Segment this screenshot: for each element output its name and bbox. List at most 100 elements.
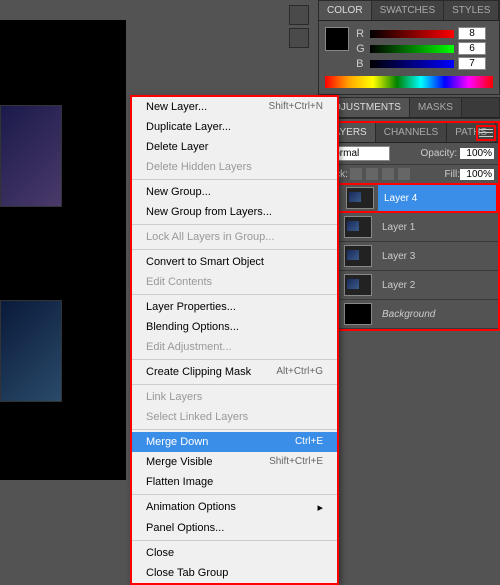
menu-separator (132, 540, 337, 541)
menu-item-label: Merge Visible (146, 456, 212, 468)
menu-separator (132, 179, 337, 180)
menu-item-label: Close (146, 547, 174, 559)
right-toolbar (288, 2, 310, 102)
menu-item: Delete Hidden Layers (132, 157, 337, 177)
layer-name[interactable]: Layer 3 (382, 251, 415, 262)
placed-image-2[interactable] (0, 300, 62, 402)
layer-thumbnail[interactable] (344, 274, 372, 296)
menu-item-label: New Group from Layers... (146, 206, 272, 218)
menu-item-label: Duplicate Layer... (146, 121, 231, 133)
menu-item[interactable]: Duplicate Layer... (132, 117, 337, 137)
menu-item-label: Select Linked Layers (146, 411, 248, 423)
rgb-sliders: R8 G6 B7 (356, 27, 486, 72)
menu-item[interactable]: New Layer...Shift+Ctrl+N (132, 97, 337, 117)
menu-item: Edit Adjustment... (132, 337, 337, 357)
menu-item[interactable]: Convert to Smart Object (132, 252, 337, 272)
lock-pixels-icon[interactable] (366, 168, 378, 180)
layer-row[interactable]: 👁Layer 3 (320, 242, 498, 271)
layer-row[interactable]: 👁Layer 2 (320, 271, 498, 300)
adjustments-panel: ADJUSTMENTS MASKS (318, 97, 500, 119)
b-value[interactable]: 7 (458, 57, 486, 70)
menu-item[interactable]: Create Clipping MaskAlt+Ctrl+G (132, 362, 337, 382)
menu-separator (132, 224, 337, 225)
panel-menu-icon[interactable] (476, 125, 496, 141)
menu-item[interactable]: Delete Layer (132, 137, 337, 157)
menu-item[interactable]: Animation Options▸ (132, 497, 337, 518)
layer-row[interactable]: 👁Background (320, 300, 498, 329)
menu-item-label: Close Tab Group (146, 567, 228, 579)
menu-item[interactable]: Blending Options... (132, 317, 337, 337)
layer-name[interactable]: Background (382, 309, 435, 320)
document-canvas[interactable] (0, 20, 126, 480)
layer-name[interactable]: Layer 4 (384, 193, 417, 204)
layers-panel: LAYERS CHANNELS PATHS Normal Opacity: 10… (318, 121, 500, 331)
menu-item[interactable]: New Group... (132, 182, 337, 202)
menu-item-label: Layer Properties... (146, 301, 236, 313)
menu-separator (132, 359, 337, 360)
g-value[interactable]: 6 (458, 42, 486, 55)
r-value[interactable]: 8 (458, 27, 486, 40)
layer-name[interactable]: Layer 1 (382, 222, 415, 233)
menu-item-label: Flatten Image (146, 476, 213, 488)
menu-item[interactable]: Flatten Image (132, 472, 337, 492)
layer-row[interactable]: 👁Layer 4 (320, 183, 498, 213)
tab-channels[interactable]: CHANNELS (376, 123, 447, 142)
menu-separator (132, 384, 337, 385)
g-slider[interactable] (370, 45, 454, 53)
layer-list: 👁Layer 4👁Layer 1👁Layer 3👁Layer 2👁Backgro… (320, 183, 498, 329)
tab-masks[interactable]: MASKS (410, 98, 462, 117)
placed-image-1[interactable] (0, 105, 62, 207)
menu-item-label: Panel Options... (146, 522, 224, 534)
color-spectrum[interactable] (325, 76, 493, 88)
layer-row[interactable]: 👁Layer 1 (320, 213, 498, 242)
menu-item-label: Animation Options (146, 501, 236, 514)
opacity-label: Opacity: (421, 148, 458, 159)
layer-thumbnail[interactable] (346, 187, 374, 209)
menu-separator (132, 249, 337, 250)
opacity-value[interactable]: 100% (460, 148, 494, 159)
menu-item-label: Convert to Smart Object (146, 256, 264, 268)
menu-item-label: Blending Options... (146, 321, 239, 333)
menu-item[interactable]: Merge DownCtrl+E (132, 432, 337, 452)
menu-item-label: New Layer... (146, 101, 207, 113)
tool-icon[interactable] (289, 28, 309, 48)
fill-value[interactable]: 100% (460, 169, 494, 180)
menu-item: Link Layers (132, 387, 337, 407)
tab-styles[interactable]: STYLES (444, 1, 499, 20)
tab-swatches[interactable]: SWATCHES (372, 1, 445, 20)
menu-item-label: Edit Contents (146, 276, 212, 288)
layer-name[interactable]: Layer 2 (382, 280, 415, 291)
lock-transparency-icon[interactable] (350, 168, 362, 180)
lock-all-icon[interactable] (398, 168, 410, 180)
layer-thumbnail[interactable] (344, 303, 372, 325)
fill-label: Fill: (444, 169, 460, 180)
layer-thumbnail[interactable] (344, 216, 372, 238)
layer-thumbnail[interactable] (344, 245, 372, 267)
menu-separator (132, 494, 337, 495)
menu-item[interactable]: Merge VisibleShift+Ctrl+E (132, 452, 337, 472)
tab-color[interactable]: COLOR (319, 1, 372, 20)
menu-item[interactable]: Layer Properties... (132, 297, 337, 317)
b-slider[interactable] (370, 60, 454, 68)
menu-item[interactable]: Panel Options... (132, 518, 337, 538)
r-slider[interactable] (370, 30, 454, 38)
menu-item-label: Merge Down (146, 436, 208, 448)
tool-icon[interactable] (289, 5, 309, 25)
panels-column: COLOR SWATCHES STYLES R8 G6 B7 ADJUSTMEN… (318, 0, 500, 500)
menu-item: Lock All Layers in Group... (132, 227, 337, 247)
r-label: R (356, 28, 366, 40)
menu-item-label: Link Layers (146, 391, 202, 403)
menu-item[interactable]: Close (132, 543, 337, 563)
menu-separator (132, 294, 337, 295)
menu-item[interactable]: Close Tab Group (132, 563, 337, 583)
g-label: G (356, 43, 366, 55)
lock-position-icon[interactable] (382, 168, 394, 180)
color-panel: COLOR SWATCHES STYLES R8 G6 B7 (318, 0, 500, 95)
menu-item[interactable]: New Group from Layers... (132, 202, 337, 222)
menu-separator (132, 429, 337, 430)
layers-context-menu: New Layer...Shift+Ctrl+N Duplicate Layer.… (130, 95, 339, 585)
foreground-color-swatch[interactable] (325, 27, 349, 51)
menu-item-label: Delete Hidden Layers (146, 161, 252, 173)
menu-item-label: Delete Layer (146, 141, 208, 153)
menu-item-label: Create Clipping Mask (146, 366, 251, 378)
